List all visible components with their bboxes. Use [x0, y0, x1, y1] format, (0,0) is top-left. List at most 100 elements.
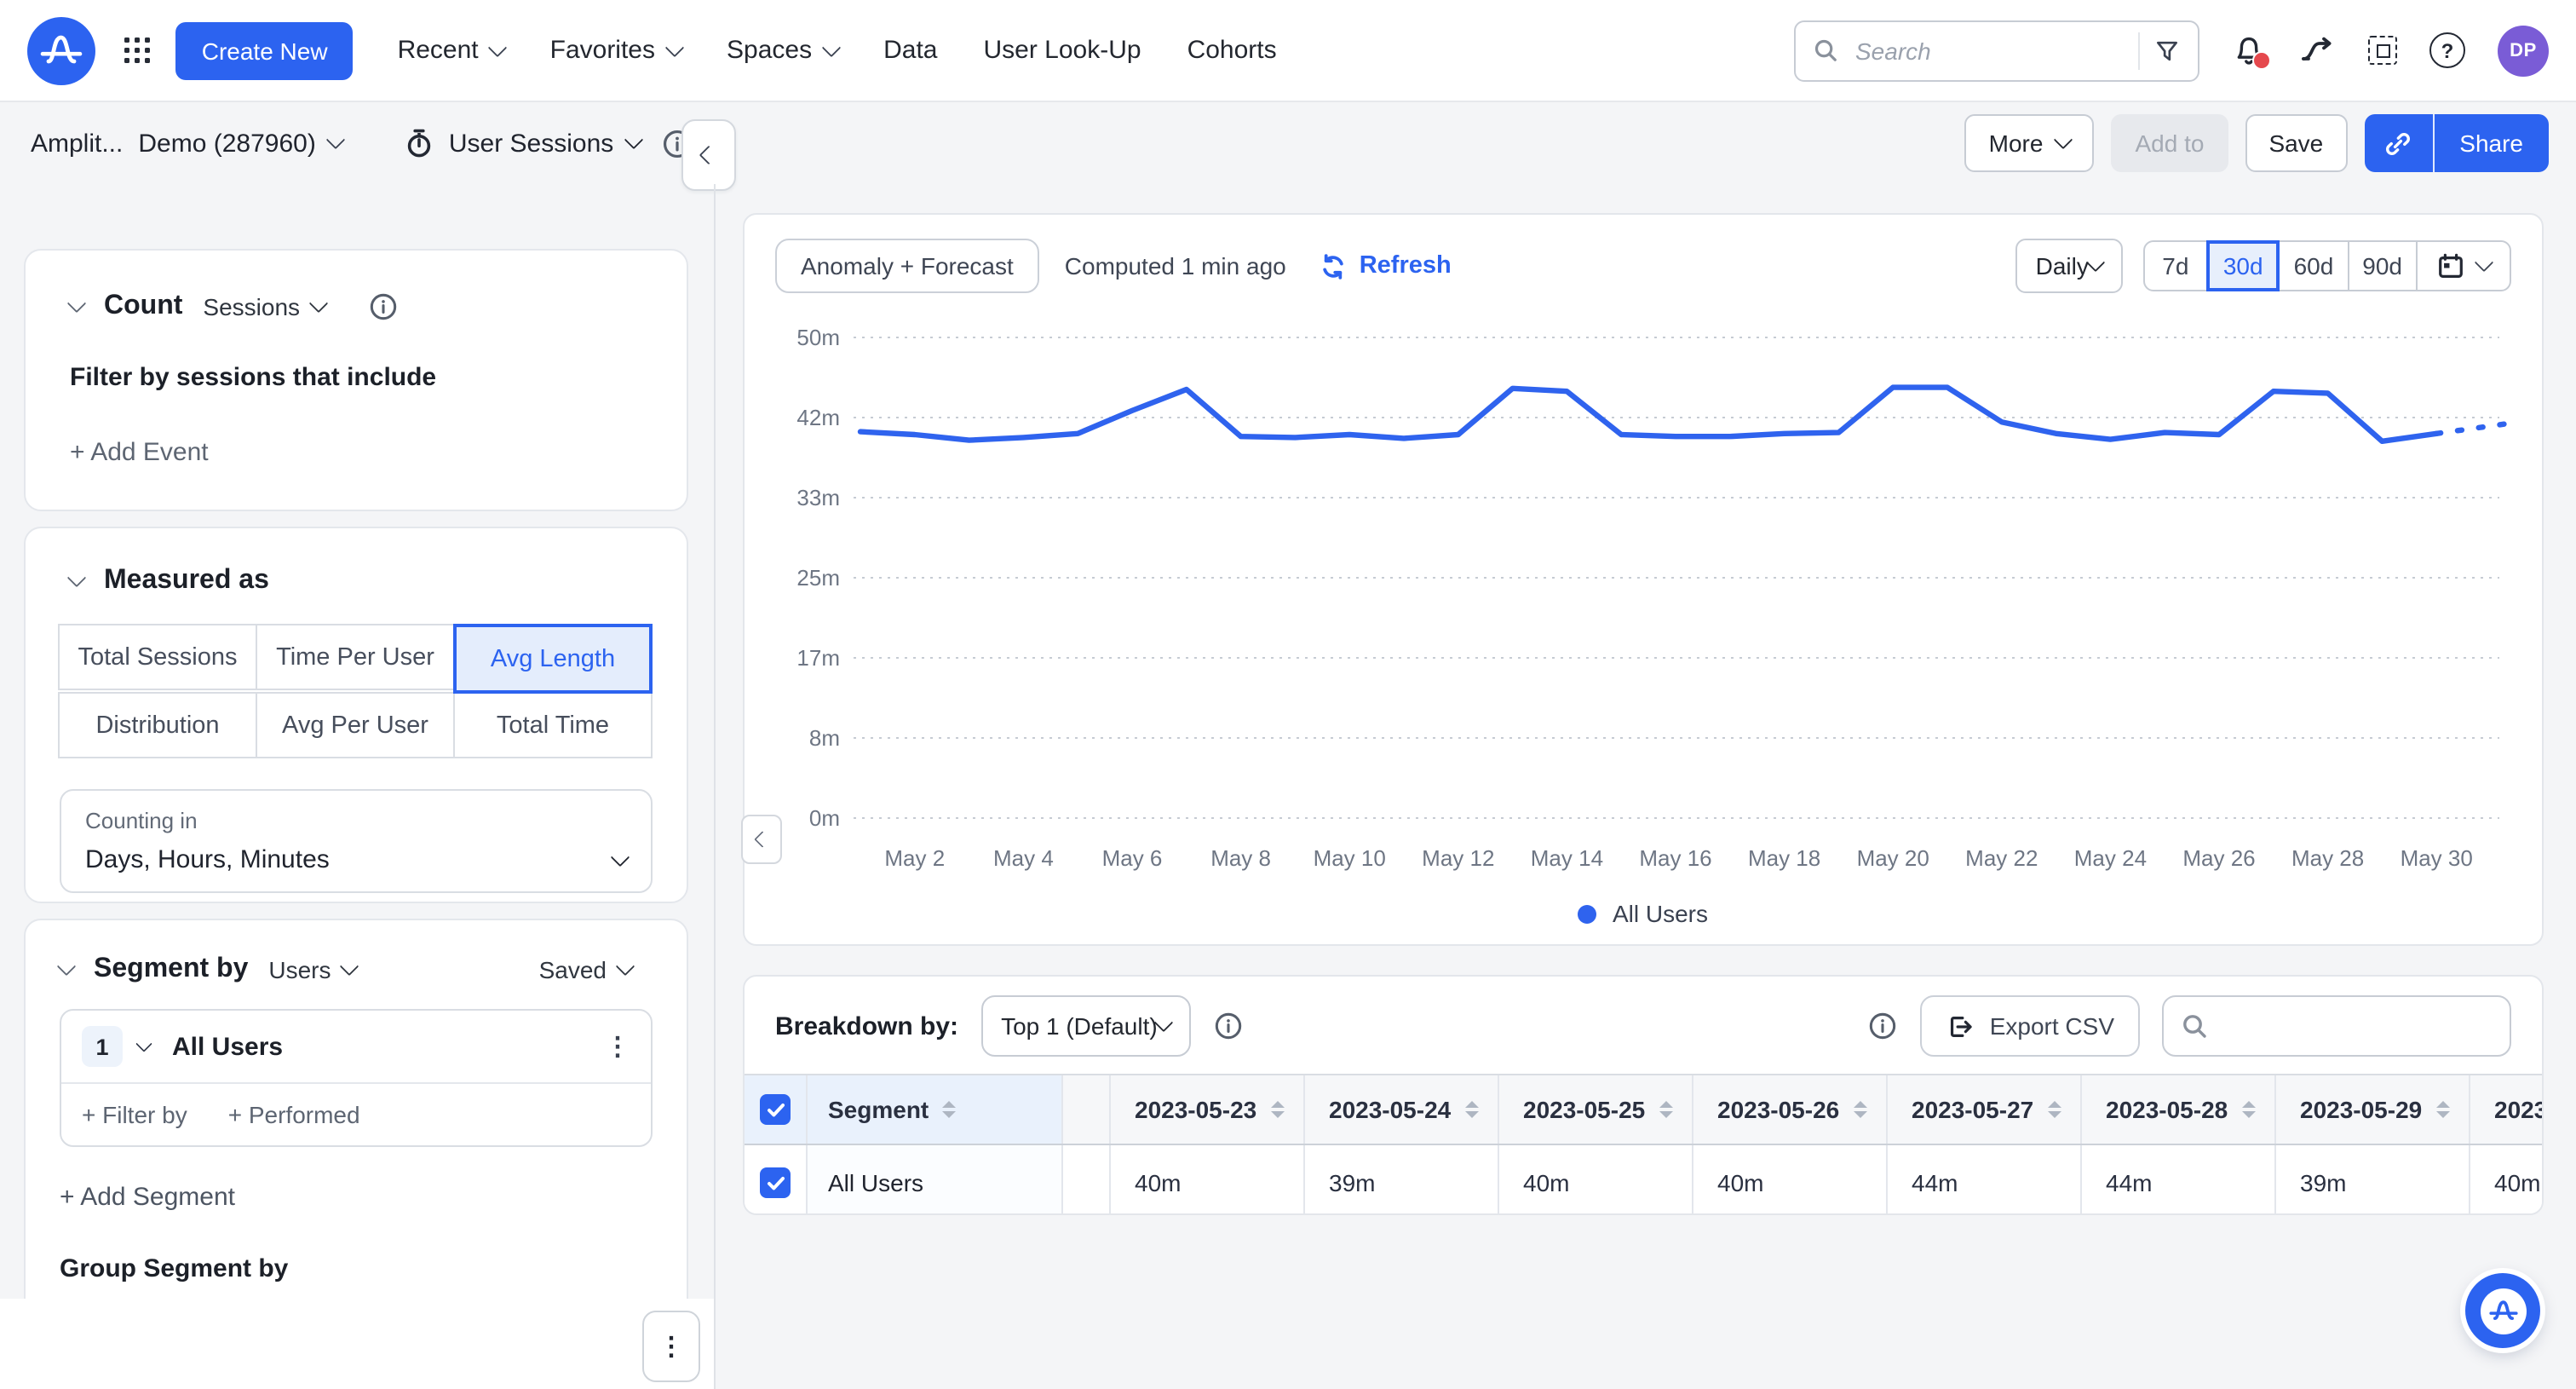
value-cell: 39m [2276, 1145, 2470, 1215]
table-info-button[interactable] [1867, 1011, 1898, 1041]
chevron-down-icon[interactable] [135, 1035, 152, 1052]
measured-option-distribution[interactable]: Distribution [58, 692, 257, 758]
select-all-checkbox[interactable] [760, 1094, 791, 1125]
select-all-cell [745, 1075, 808, 1144]
export-csv-button[interactable]: Export CSV [1920, 995, 2140, 1057]
collapse-section-icon[interactable] [57, 957, 77, 977]
nav-item-recent[interactable]: Recent [398, 36, 504, 65]
measured-option-avg-per-user[interactable]: Avg Per User [256, 692, 455, 758]
range-7d-button[interactable]: 7d [2143, 240, 2208, 291]
measured-option-total-time[interactable]: Total Time [453, 692, 653, 758]
refresh-button[interactable]: Refresh [1319, 251, 1452, 280]
segment-type-dropdown[interactable]: Users [268, 956, 377, 983]
chart-header-bar: Amplit... Demo (287960) User Sessions Mo… [0, 102, 2576, 184]
workspace-button[interactable] [2368, 36, 2397, 65]
breakdown-header: Breakdown by: Top 1 (Default) Export CSV [745, 977, 2542, 1074]
nav-item-cohorts[interactable]: Cohorts [1187, 36, 1277, 65]
amplitude-logo-icon[interactable] [27, 16, 95, 84]
date-column-header[interactable]: 2023-05-24 [1305, 1075, 1499, 1144]
chevron-down-icon [2086, 253, 2106, 273]
date-column-header[interactable]: 2023-05-23 [1111, 1075, 1305, 1144]
breakdown-dropdown[interactable]: Top 1 (Default) [980, 995, 1192, 1057]
granularity-dropdown[interactable]: Daily [2015, 239, 2123, 293]
nav-item-user-look-up[interactable]: User Look-Up [983, 36, 1141, 65]
collapse-chart-panel-button[interactable] [741, 815, 782, 864]
add-segment-button[interactable]: + Add Segment [60, 1183, 653, 1212]
date-column-header[interactable]: 2023-05-29 [2276, 1075, 2470, 1144]
breakdown-label: Breakdown by: [775, 1011, 958, 1040]
breakdown-panel: Breakdown by: Top 1 (Default) Export CSV [743, 975, 2544, 1215]
add-event-button[interactable]: + Add Event [70, 438, 642, 467]
date-column-header[interactable]: 2023-05-28 [2082, 1075, 2276, 1144]
range-60d-button[interactable]: 60d [2279, 240, 2349, 291]
event-type-dropdown[interactable]: Sessions [203, 293, 346, 320]
anomaly-forecast-button[interactable]: Anomaly + Forecast [775, 239, 1039, 293]
sessions-line-chart[interactable]: 50m42m33m25m17m8m0mMay 2May 4May 6May 8M… [745, 215, 2542, 890]
date-column-header[interactable]: 2023-05-25 [1499, 1075, 1693, 1144]
date-column-header[interactable]: 2023-05-26 [1693, 1075, 1888, 1144]
segment-menu-button[interactable]: ⋮ [605, 1034, 630, 1059]
measured-option-total-sessions[interactable]: Total Sessions [58, 624, 257, 690]
create-new-button[interactable]: Create New [176, 21, 354, 79]
sort-icon [2047, 1101, 2061, 1119]
measured-as-title: Measured as [104, 566, 269, 597]
legend-dot-icon [1578, 904, 1597, 923]
segment-box: 1 All Users ⋮ + Filter by + Performed [60, 1009, 653, 1147]
dashed-square-icon [2368, 36, 2397, 65]
performed-button[interactable]: + Performed [228, 1101, 360, 1128]
date-column-header[interactable]: 2023-05-27 [1888, 1075, 2082, 1144]
calendar-range-button[interactable] [2416, 240, 2511, 291]
amplitude-assistant-button[interactable] [2465, 1273, 2540, 1348]
more-button[interactable]: More [1965, 114, 2095, 172]
saved-dropdown[interactable]: Saved [539, 956, 653, 983]
nav-item-favorites[interactable]: Favorites [550, 36, 681, 65]
collapse-sidebar-button[interactable] [681, 119, 736, 191]
pathfinder-button[interactable] [2298, 33, 2336, 67]
range-90d-button[interactable]: 90d [2347, 240, 2418, 291]
svg-text:0m: 0m [809, 805, 840, 831]
measured-option-avg-length[interactable]: Avg Length [453, 624, 653, 694]
value-cell: 40m [1111, 1145, 1305, 1215]
share-button[interactable]: Share [2434, 114, 2549, 172]
sort-icon [2435, 1101, 2449, 1119]
collapse-section-icon[interactable] [67, 294, 87, 314]
table-search-input[interactable] [2222, 1011, 2493, 1041]
breakdown-info-button[interactable] [1214, 1011, 1245, 1041]
search-icon [2181, 1012, 2208, 1040]
row-segment-name[interactable]: All Users [808, 1145, 1063, 1215]
counting-in-dropdown[interactable]: Counting in Days, Hours, Minutes [60, 789, 653, 893]
filter-funnel-icon[interactable] [2153, 37, 2181, 64]
range-30d-button[interactable]: 30d [2206, 240, 2280, 291]
filter-by-button[interactable]: + Filter by [82, 1101, 187, 1128]
help-button[interactable]: ? [2429, 32, 2465, 68]
segment-by-card: Segment by Users Saved 1 All Users ⋮ + F… [24, 919, 688, 1321]
table-search[interactable] [2162, 995, 2511, 1057]
notifications-button[interactable] [2232, 33, 2266, 67]
chart-title-dropdown[interactable]: User Sessions [405, 128, 641, 158]
date-column-header[interactable]: 2023-05-30 [2470, 1075, 2544, 1144]
user-avatar[interactable]: DP [2498, 25, 2549, 76]
segment-column-header[interactable]: Segment [808, 1075, 1063, 1144]
measured-option-time-per-user[interactable]: Time Per User [256, 624, 455, 690]
save-button[interactable]: Save [2245, 114, 2347, 172]
svg-text:8m: 8m [809, 725, 840, 751]
row-checkbox[interactable] [760, 1167, 791, 1198]
count-info-button[interactable] [368, 291, 399, 322]
project-switcher[interactable]: Amplit... Demo (287960) [31, 129, 343, 158]
date-range-group: 7d30d60d90d [2145, 240, 2511, 291]
global-search[interactable] [1794, 20, 2199, 81]
nav-item-data[interactable]: Data [883, 36, 937, 65]
segment-index-badge[interactable]: 1 [82, 1026, 123, 1067]
svg-text:May 20: May 20 [1857, 845, 1929, 871]
add-to-button[interactable]: Add to [2111, 114, 2228, 172]
search-input[interactable] [1852, 35, 2125, 66]
svg-text:May 22: May 22 [1965, 845, 2038, 871]
sidebar-footer: ⋮ [0, 1299, 714, 1389]
main-body: Count Sessions Filter by sessions that i… [0, 184, 2576, 1389]
collapse-section-icon[interactable] [67, 568, 87, 588]
copy-link-button[interactable] [2364, 114, 2434, 172]
apps-grid-icon[interactable] [124, 37, 151, 64]
nav-item-spaces[interactable]: Spaces [727, 36, 837, 65]
chevron-left-icon [753, 831, 770, 848]
sidebar-menu-button[interactable]: ⋮ [642, 1311, 700, 1382]
